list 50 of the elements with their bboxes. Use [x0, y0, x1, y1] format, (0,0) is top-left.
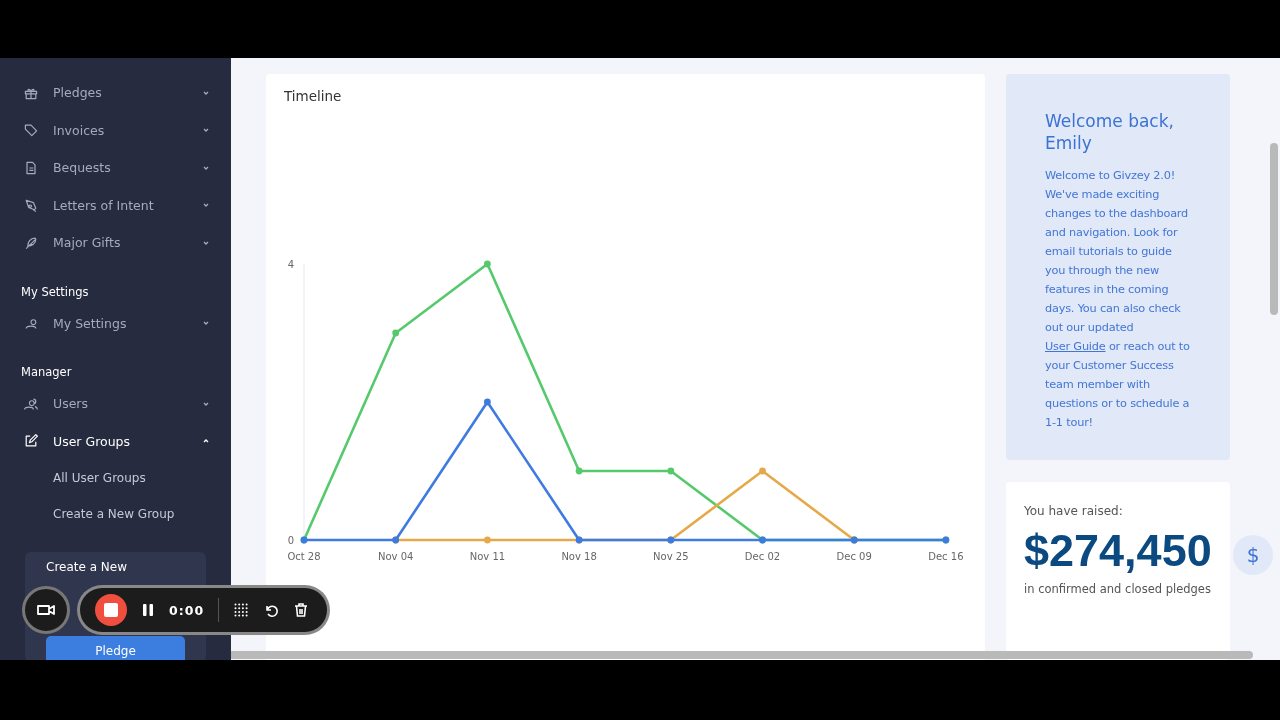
x-tick-label: Nov 25: [653, 551, 689, 562]
undo-icon[interactable]: [263, 602, 280, 618]
nav-item[interactable]: Users: [0, 385, 231, 423]
grid-icon[interactable]: [233, 602, 250, 618]
data-point: [484, 398, 491, 406]
tag-icon: [23, 122, 39, 139]
data-point: [575, 467, 583, 475]
user-guide-link[interactable]: User Guide: [1045, 340, 1106, 353]
data-point: [759, 467, 766, 475]
section-heading: Manager: [20, 364, 73, 381]
welcome-message: Welcome to Givzey 2.0! We've made exciting changes to the dashboard and navigation. Look for email tutorials to guide you through the new features in the coming days. You can also check out our updated User Guide or reach out to your Customer Success team member with questions or to schedule a 1-1 tour!: [1045, 168, 1190, 431]
nav-subitem[interactable]: Create a New Group: [0, 496, 231, 532]
raised-amount: $274,450: [1024, 525, 1213, 576]
data-point: [484, 260, 491, 268]
x-tick-label: Nov 04: [378, 551, 414, 562]
nav-item[interactable]: Pledges: [0, 74, 231, 112]
stop-button[interactable]: [95, 594, 127, 626]
section-heading: My Settings: [20, 283, 90, 301]
pen-icon: [23, 197, 39, 214]
dollar-badge: $: [1233, 535, 1273, 575]
x-tick-label: Dec 09: [836, 551, 872, 562]
y-tick-label: 0: [287, 535, 295, 546]
nav-item[interactable]: Letters of Intent: [0, 186, 231, 224]
pledge-button[interactable]: Pledge: [46, 636, 185, 660]
raised-caption: in confirmed and closed pledges: [1024, 581, 1212, 596]
x-tick-label: Nov 18: [561, 551, 597, 562]
nav-item[interactable]: Bequests: [0, 149, 231, 187]
data-point: [484, 536, 491, 544]
x-tick-label: Nov 11: [469, 551, 506, 562]
y-tick-label: 4: [287, 259, 295, 270]
x-tick-label: Dec 16: [928, 551, 964, 562]
x-tick-label: Dec 02: [744, 551, 781, 562]
data-point: [392, 329, 400, 337]
create-card-title: Create a New: [46, 560, 129, 574]
nav-subitem[interactable]: All User Groups: [0, 460, 231, 496]
pause-icon[interactable]: [141, 603, 155, 617]
welcome-title: Welcome back, Emily: [1045, 110, 1175, 154]
card-title: Timeline: [283, 87, 343, 106]
raised-label: You have raised:: [1024, 503, 1124, 518]
document-icon: [23, 159, 39, 176]
nav-item[interactable]: Invoices: [0, 111, 231, 149]
x-tick-label: Oct 28: [287, 551, 321, 562]
nav-item[interactable]: Major Gifts: [0, 224, 231, 262]
horizontal-scrollbar[interactable]: [231, 651, 1253, 659]
nav-item[interactable]: User Groups: [0, 422, 231, 460]
nav-item[interactable]: My Settings: [0, 304, 231, 342]
recording-time: 0:00: [169, 602, 205, 618]
vertical-scrollbar[interactable]: [1270, 143, 1278, 315]
data-point: [667, 467, 675, 475]
trash-icon[interactable]: [293, 602, 310, 618]
